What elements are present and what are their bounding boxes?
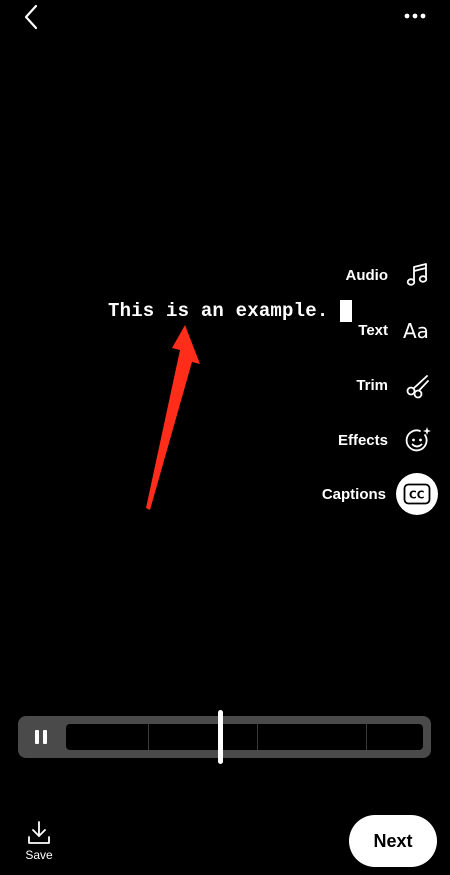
timeline-scrubber[interactable]	[18, 716, 431, 758]
sparkle-face-icon	[398, 420, 438, 460]
save-button[interactable]: Save	[22, 820, 56, 862]
back-button[interactable]	[18, 2, 48, 32]
chevron-left-icon	[24, 4, 38, 30]
tool-trim-label: Trim	[356, 376, 388, 394]
tool-effects[interactable]: Effects	[338, 418, 438, 462]
pause-icon	[35, 730, 47, 744]
timeline-track[interactable]	[66, 724, 423, 750]
text-cursor	[340, 300, 352, 322]
save-label: Save	[25, 848, 53, 862]
frame-divider	[148, 724, 149, 750]
playhead-handle[interactable]	[218, 710, 223, 764]
tool-captions[interactable]: Captions CC	[322, 472, 438, 516]
tool-audio[interactable]: Audio	[346, 253, 439, 297]
frame-divider	[366, 724, 367, 750]
text-aa-icon: Aa	[398, 310, 438, 350]
frame-divider	[257, 724, 258, 750]
next-button[interactable]: Next	[349, 815, 437, 867]
tool-captions-label: Captions	[321, 485, 386, 503]
caption-text[interactable]: This is an example.	[108, 300, 328, 322]
tool-audio-label: Audio	[345, 266, 389, 284]
more-dots-icon	[404, 13, 426, 19]
tool-trim[interactable]: Trim	[356, 363, 438, 407]
svg-text:Aa: Aa	[403, 319, 429, 343]
cc-icon: CC	[396, 473, 438, 515]
scissors-icon	[398, 365, 438, 405]
svg-text:CC: CC	[409, 490, 425, 502]
music-note-icon	[398, 255, 438, 295]
download-icon	[28, 821, 50, 844]
pause-button[interactable]	[32, 728, 50, 746]
tool-text-label: Text	[358, 321, 388, 339]
tool-effects-label: Effects	[337, 431, 388, 449]
more-options-button[interactable]	[400, 6, 430, 26]
tool-text[interactable]: Text Aa	[358, 308, 438, 352]
